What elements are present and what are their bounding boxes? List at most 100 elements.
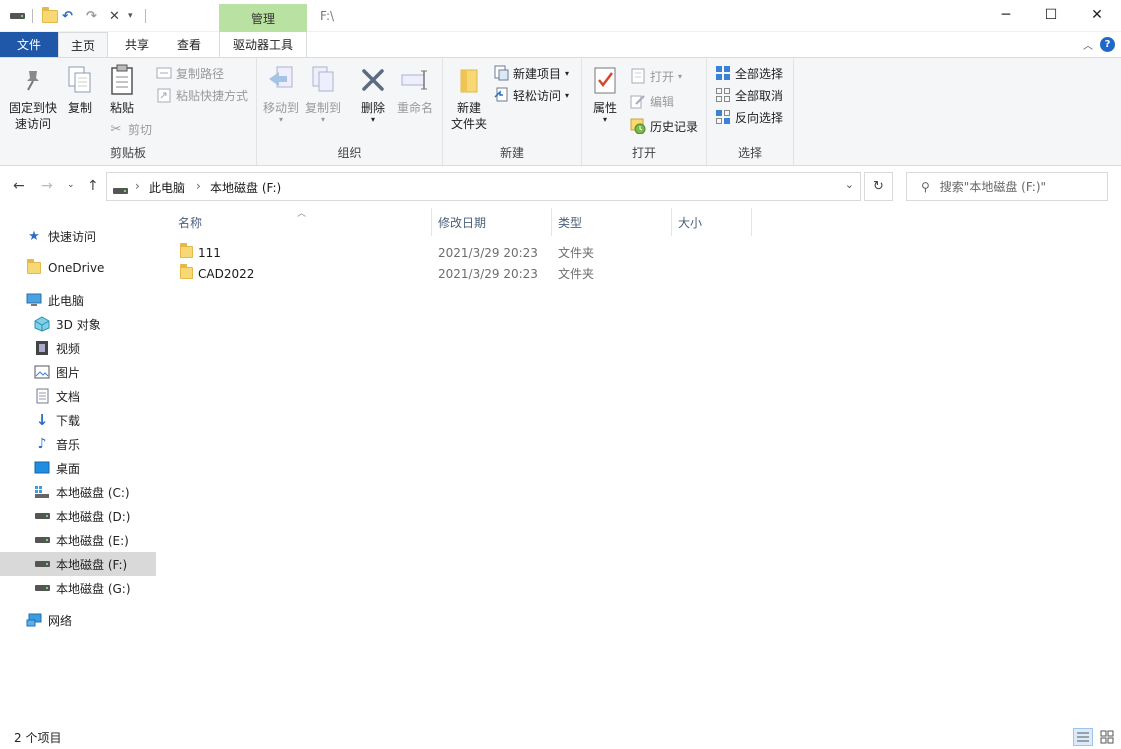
copy-path-label: 复制路径: [176, 66, 225, 81]
new-folder-button[interactable]: 新建 文件夹: [447, 64, 491, 132]
pin-label-1: 固定到快: [8, 101, 57, 115]
nav-pictures[interactable]: 图片: [0, 360, 156, 384]
nav-quick-access[interactable]: ★ 快速访问: [0, 224, 156, 248]
nav-this-pc-label: 此电脑: [48, 293, 85, 308]
column-header-type[interactable]: 类型: [552, 208, 672, 236]
undo-icon[interactable]: ↶: [62, 7, 73, 25]
refresh-button[interactable]: ↻: [864, 172, 893, 201]
nav-drive-g[interactable]: 本地磁盘 (G:): [0, 576, 156, 600]
manage-contextual-tab[interactable]: 管理: [219, 4, 307, 32]
copy-to-button[interactable]: 复制到 ▾: [303, 64, 343, 124]
nav-documents[interactable]: 文档: [0, 384, 156, 408]
easy-access-dropdown-icon: ▾: [565, 90, 570, 100]
nav-3d-objects[interactable]: 3D 对象: [0, 312, 156, 336]
delete-label: 删除: [360, 101, 385, 115]
breadcrumb-this-pc[interactable]: 此电脑: [149, 179, 185, 196]
nav-drive-c[interactable]: 本地磁盘 (C:): [0, 480, 156, 504]
copy-path-button[interactable]: 复制路径: [156, 63, 224, 83]
breadcrumb-chevron-icon[interactable]: ›: [135, 179, 140, 193]
open-button[interactable]: 打开 ▾: [630, 66, 682, 86]
edit-button[interactable]: 编辑: [630, 91, 674, 111]
nav-onedrive[interactable]: OneDrive: [0, 256, 156, 280]
nav-network[interactable]: 网络: [0, 608, 156, 632]
back-arrow-icon[interactable]: ←: [13, 178, 25, 194]
network-icon: [26, 612, 42, 628]
nav-downloads[interactable]: ↓ 下载: [0, 408, 156, 432]
up-arrow-icon[interactable]: ↑: [87, 178, 99, 194]
tab-file[interactable]: 文件: [0, 32, 58, 57]
history-button[interactable]: 历史记录: [630, 116, 698, 136]
minimize-button[interactable]: ─: [983, 0, 1029, 30]
nav-this-pc[interactable]: 此电脑: [0, 288, 156, 312]
select-none-button[interactable]: 全部取消: [715, 85, 783, 105]
details-view-icon[interactable]: [1073, 728, 1093, 746]
delete-quick-icon[interactable]: ✕: [109, 7, 120, 25]
nav-drive-d[interactable]: 本地磁盘 (D:): [0, 504, 156, 528]
rename-button[interactable]: 重命名: [393, 64, 437, 116]
tab-drive-tools[interactable]: 驱动器工具: [219, 32, 307, 57]
file-row[interactable]: 111 2021/3/29 20:23 文件夹: [172, 242, 762, 263]
file-row[interactable]: CAD2022 2021/3/29 20:23 文件夹: [172, 263, 762, 284]
file-modified: 2021/3/29 20:23: [438, 245, 538, 260]
open-dropdown-icon: ▾: [678, 71, 683, 81]
clipboard-group-label: 剪贴板: [109, 146, 146, 160]
column-header-size[interactable]: 大小: [672, 208, 752, 236]
title-bar: ↶ ↷ ✕ ▾ 管理 F:\ ─ ☐ ✕: [0, 0, 1121, 32]
new-item-dropdown-icon: ▾: [565, 68, 570, 78]
nav-drive-e[interactable]: 本地磁盘 (E:): [0, 528, 156, 552]
paste-shortcut-button[interactable]: 粘贴快捷方式: [156, 85, 248, 105]
cut-label: 剪切: [128, 122, 153, 137]
breadcrumb-drive-f[interactable]: 本地磁盘 (F:): [210, 179, 281, 196]
nav-drive-f[interactable]: 本地磁盘 (F:): [0, 552, 156, 576]
nav-drive-f-label: 本地磁盘 (F:): [56, 557, 128, 572]
address-bar[interactable]: › 此电脑 › 本地磁盘 (F:) ⌄: [106, 172, 861, 201]
paste-button[interactable]: 粘贴: [104, 64, 140, 116]
column-header-modified[interactable]: 修改日期: [432, 208, 552, 236]
help-icon[interactable]: ?: [1100, 37, 1115, 52]
nav-drive-g-label: 本地磁盘 (G:): [56, 581, 131, 596]
column-header-name[interactable]: 名称: [172, 208, 432, 236]
nav-3d-objects-label: 3D 对象: [56, 317, 101, 332]
address-dropdown-chevron-icon[interactable]: ⌄: [845, 178, 854, 191]
customize-quick-access-icon[interactable]: ▾: [128, 7, 133, 25]
search-input[interactable]: ⚲ 搜索"本地磁盘 (F:)": [906, 172, 1108, 201]
refresh-icon: ↻: [873, 179, 884, 194]
select-none-label: 全部取消: [735, 88, 784, 103]
maximize-button[interactable]: ☐: [1028, 0, 1074, 30]
drive-icon[interactable]: [10, 7, 25, 25]
copy-button[interactable]: 复制: [62, 64, 98, 116]
invert-selection-button[interactable]: 反向选择: [715, 107, 783, 127]
tab-share[interactable]: 共享: [112, 32, 162, 57]
cut-button[interactable]: ✂ 剪切: [108, 119, 152, 139]
copy-path-icon: [156, 65, 172, 81]
nav-videos[interactable]: 视频: [0, 336, 156, 360]
tab-home[interactable]: 主页: [58, 32, 108, 58]
properties-button[interactable]: 属性 ▾: [588, 64, 622, 124]
nav-music[interactable]: ♪ 音乐: [0, 432, 156, 456]
breadcrumb-chevron-icon[interactable]: ›: [196, 179, 201, 193]
pin-to-quick-access-button[interactable]: 固定到快 速访问: [6, 64, 60, 132]
easy-access-label: 轻松访问: [513, 88, 562, 103]
paste-shortcut-label: 粘贴快捷方式: [176, 88, 249, 103]
move-to-button[interactable]: 移动到 ▾: [261, 64, 301, 124]
download-arrow-icon: ↓: [35, 411, 49, 429]
picture-icon: [34, 364, 50, 380]
select-all-button[interactable]: 全部选择: [715, 63, 783, 83]
redo-icon[interactable]: ↷: [86, 7, 97, 25]
drive-icon: [34, 556, 50, 572]
drive-icon: [34, 508, 50, 524]
recent-locations-chevron-icon[interactable]: ⌄: [67, 180, 75, 190]
forward-arrow-icon[interactable]: →: [41, 178, 53, 194]
large-icons-view-icon[interactable]: [1097, 728, 1117, 746]
easy-access-button[interactable]: 轻松访问 ▾: [493, 85, 569, 105]
new-item-button[interactable]: 新建项目 ▾: [493, 63, 569, 83]
delete-button[interactable]: 删除 ▾: [355, 64, 391, 124]
copy-to-icon: [307, 64, 339, 96]
collapse-ribbon-icon[interactable]: ︿: [1083, 37, 1093, 52]
close-button[interactable]: ✕: [1074, 0, 1120, 30]
copy-to-dropdown-icon: ▾: [320, 115, 325, 124]
new-folder-quick-icon[interactable]: [42, 6, 58, 25]
properties-label: 属性: [592, 101, 617, 115]
nav-desktop[interactable]: 桌面: [0, 456, 156, 480]
tab-view[interactable]: 查看: [164, 32, 214, 57]
